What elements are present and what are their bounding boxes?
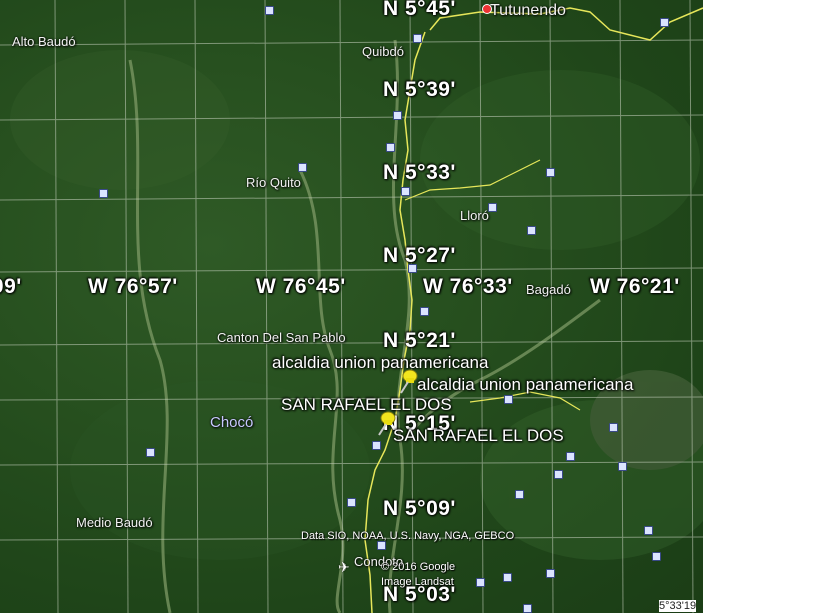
lat-label: N 5°27': [383, 244, 456, 267]
pin-label-san-rafael-secondary[interactable]: SAN RAFAEL EL DOS: [393, 426, 564, 446]
place-marker[interactable]: [420, 307, 429, 316]
place-marker[interactable]: [476, 578, 485, 587]
place-label-bagado[interactable]: Bagadó: [526, 282, 571, 297]
map-copyright: © 2016 Google: [381, 561, 456, 573]
lon-label: W 76°21': [590, 275, 680, 298]
place-marker[interactable]: [401, 187, 410, 196]
place-marker[interactable]: [504, 395, 513, 404]
map-imagery-credit: Image Landsat: [381, 576, 454, 588]
place-marker[interactable]: [377, 541, 386, 550]
satellite-map[interactable]: N 5°45' N 5°39' N 5°33' N 5°27' N 5°21' …: [0, 0, 703, 613]
place-marker[interactable]: [503, 573, 512, 582]
place-marker[interactable]: [618, 462, 627, 471]
lat-label: N 5°45': [383, 0, 456, 20]
lat-label: N 5°09': [383, 497, 456, 520]
place-marker[interactable]: [652, 552, 661, 561]
place-marker[interactable]: [386, 143, 395, 152]
lat-label: N 5°39': [383, 78, 456, 101]
town-marker-icon[interactable]: [482, 4, 492, 14]
pin-label-san-rafael[interactable]: SAN RAFAEL EL DOS: [281, 395, 452, 415]
terrain-texture: [10, 50, 703, 560]
place-marker[interactable]: [393, 111, 402, 120]
coordinate-readout: 5°33'19: [659, 600, 697, 612]
place-label-quibdo[interactable]: Quibdó: [362, 44, 404, 59]
place-marker[interactable]: [265, 6, 274, 15]
place-marker[interactable]: [488, 203, 497, 212]
place-marker[interactable]: [523, 604, 532, 613]
place-marker[interactable]: [566, 452, 575, 461]
lat-label: N 5°21': [383, 329, 456, 352]
place-marker[interactable]: [408, 264, 417, 273]
place-marker[interactable]: [515, 490, 524, 499]
place-marker[interactable]: [146, 448, 155, 457]
lon-label: W 76°33': [423, 275, 513, 298]
place-marker[interactable]: [644, 526, 653, 535]
place-marker[interactable]: [99, 189, 108, 198]
place-marker[interactable]: [527, 226, 536, 235]
lat-label: N 5°33': [383, 161, 456, 184]
place-marker[interactable]: [347, 498, 356, 507]
place-marker[interactable]: [554, 470, 563, 479]
place-label-alto-baudo[interactable]: Alto Baudó: [12, 34, 76, 49]
place-label-canton[interactable]: Canton Del San Pablo: [217, 330, 346, 345]
place-label-rio-quito[interactable]: Río Quito: [246, 175, 301, 190]
lon-label: W 77°09': [0, 275, 22, 298]
map-data-credit: Data SIO, NOAA, U.S. Navy, NGA, GEBCO: [301, 530, 515, 542]
place-marker[interactable]: [372, 441, 381, 450]
lon-label: W 76°57': [88, 275, 178, 298]
place-marker[interactable]: [413, 34, 422, 43]
place-label-choco[interactable]: Chocó: [210, 414, 253, 431]
place-marker[interactable]: [546, 168, 555, 177]
place-marker[interactable]: [546, 569, 555, 578]
place-label-tutunendo[interactable]: Tutunendo: [490, 2, 566, 20]
airport-icon[interactable]: ✈: [338, 559, 350, 576]
place-marker[interactable]: [609, 423, 618, 432]
lon-label: W 76°45': [256, 275, 346, 298]
pin-label-alcaldia-secondary[interactable]: alcaldia union panamericana: [417, 375, 633, 395]
place-label-lloro[interactable]: Lloró: [460, 208, 489, 223]
place-marker[interactable]: [298, 163, 307, 172]
pin-label-alcaldia[interactable]: alcaldia union panamericana: [272, 353, 488, 373]
place-marker[interactable]: [660, 18, 669, 27]
place-label-medio-baudo[interactable]: Medio Baudó: [76, 515, 153, 530]
